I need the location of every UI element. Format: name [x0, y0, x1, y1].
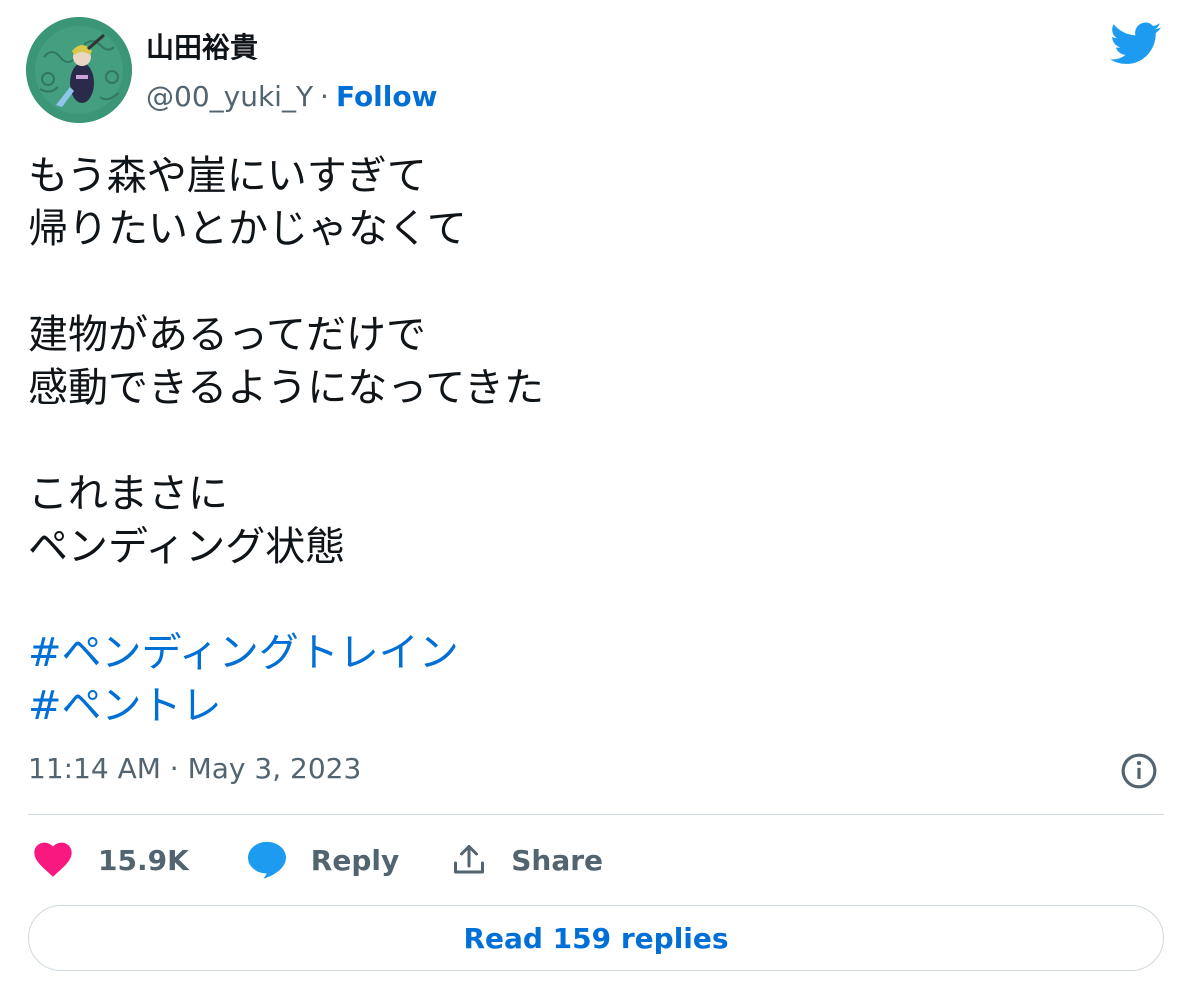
hashtag-link[interactable]: #ペントレ	[28, 683, 222, 729]
tweet-text: もう森や崖にいすぎて 帰りたいとかじゃなくて 建物があるってだけで 感動できるよ…	[28, 150, 1148, 733]
tweet-card: 山田裕貴 @00_yuki_Y · Follow もう森や崖にいすぎて 帰りたい…	[0, 0, 1200, 989]
user-handle[interactable]: @00_yuki_Y	[146, 80, 313, 113]
info-icon[interactable]	[1120, 752, 1158, 790]
like-button[interactable]: 15.9K	[34, 842, 189, 878]
tweet-line: ペンディング状態	[28, 524, 346, 570]
tweet-line: 帰りたいとかじゃなくて	[28, 206, 467, 252]
follow-link[interactable]: Follow	[336, 80, 438, 113]
reply-button[interactable]: Reply	[247, 841, 399, 879]
tweet-line: 感動できるようになってきた	[28, 365, 544, 411]
handle-row: @00_yuki_Y · Follow	[146, 80, 437, 113]
divider	[28, 814, 1164, 815]
speech-bubble-icon	[247, 841, 286, 879]
share-upload-icon	[454, 845, 485, 874]
likes-count: 15.9K	[98, 843, 189, 877]
tweet-timestamp[interactable]: 11:14 AM · May 3, 2023	[28, 752, 361, 785]
tweet-line: これまさに	[28, 471, 228, 517]
avatar[interactable]	[26, 17, 132, 123]
share-label: Share	[511, 843, 604, 877]
display-name[interactable]: 山田裕貴	[146, 26, 258, 66]
heart-icon	[34, 842, 72, 877]
share-button[interactable]: Share	[451, 842, 603, 878]
tweet-line: 建物があるってだけで	[28, 312, 426, 358]
reply-label: Reply	[310, 843, 400, 877]
hashtag-link[interactable]: #ペンディングトレイン	[28, 630, 459, 676]
separator-dot: ·	[320, 80, 329, 113]
tweet-line: もう森や崖にいすぎて	[28, 153, 427, 199]
read-replies-button[interactable]: Read 159 replies	[28, 905, 1164, 971]
twitter-bird-icon[interactable]	[1110, 22, 1162, 66]
action-bar: 15.9K Reply Share	[34, 836, 603, 884]
